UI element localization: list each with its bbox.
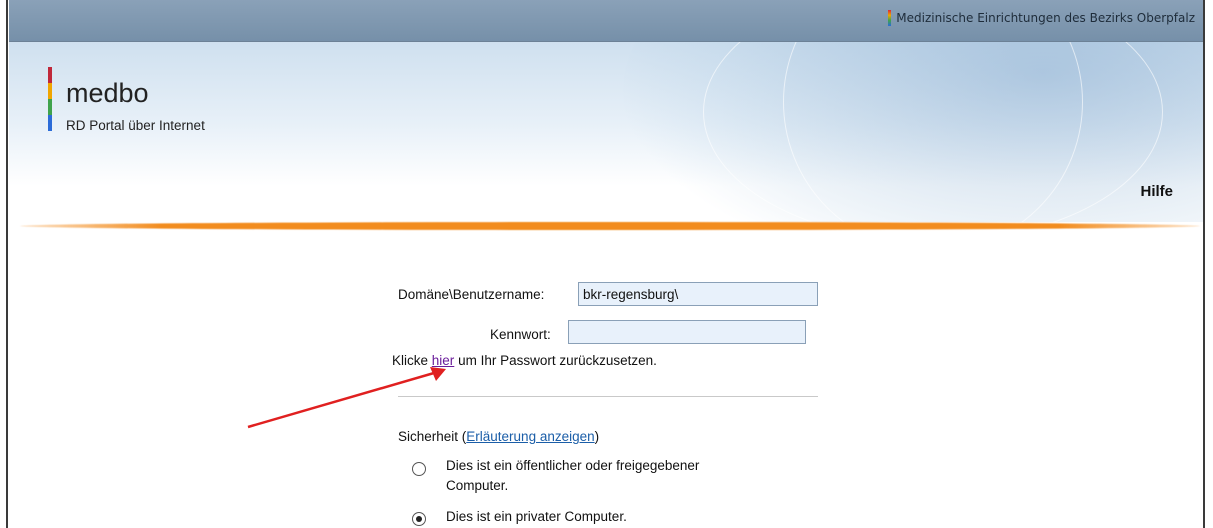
annotation-arrow-icon <box>247 367 446 429</box>
arrow-shaft <box>247 371 435 429</box>
